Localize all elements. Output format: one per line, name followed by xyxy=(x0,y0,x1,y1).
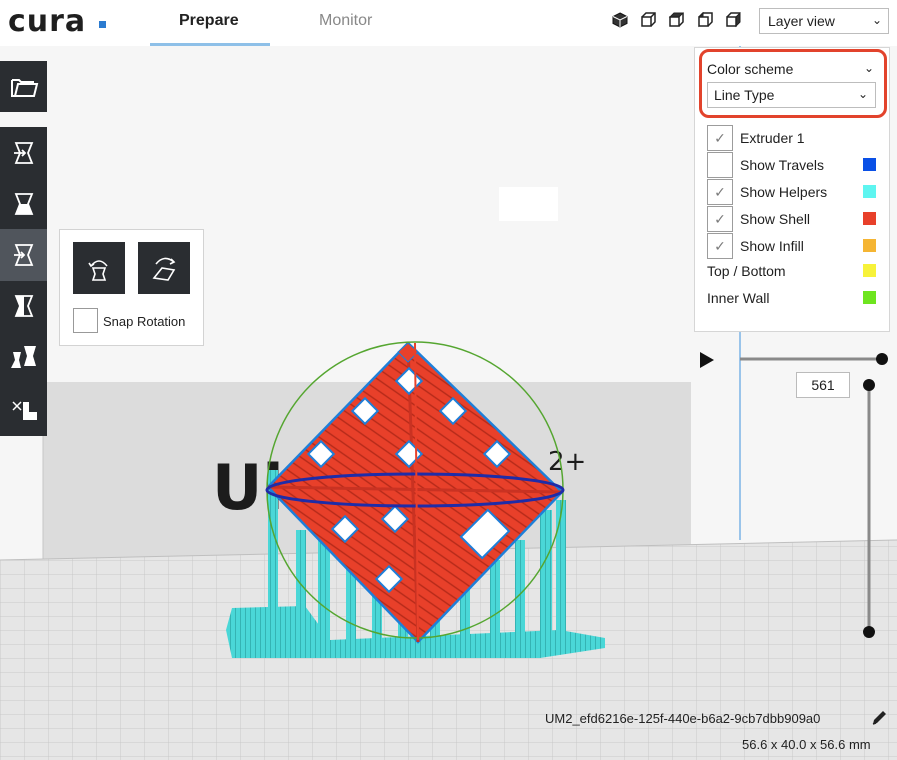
scale-tool-button[interactable] xyxy=(0,179,47,229)
legend-swatch xyxy=(863,291,876,304)
active-tab-indicator xyxy=(150,43,270,46)
mirror-tool-button[interactable] xyxy=(0,281,47,331)
extruder-1-checkbox[interactable]: ✓ xyxy=(707,125,733,151)
legend-label: Show Shell xyxy=(740,211,811,227)
legend-row-top-bottom: Top / Bottom xyxy=(707,258,887,283)
top-view-icon[interactable] xyxy=(668,12,684,28)
show-helpers-checkbox[interactable]: ✓ xyxy=(707,179,733,205)
front-view-icon[interactable] xyxy=(640,12,656,28)
tab-monitor[interactable]: Monitor xyxy=(319,12,372,30)
model-dimensions: 56.6 x 40.0 x 56.6 mm xyxy=(742,737,871,752)
plate-brand-suffix: 2+ xyxy=(548,447,586,477)
view-mode-value: Layer view xyxy=(768,13,835,29)
reset-rotation-icon xyxy=(88,260,108,281)
move-icon xyxy=(13,142,33,164)
support-blocker-icon xyxy=(11,401,37,420)
blank-label xyxy=(499,187,558,221)
legend-swatch xyxy=(863,212,876,225)
3d-view-icon[interactable] xyxy=(612,12,628,28)
folder-icon xyxy=(10,78,38,97)
legend-label: Show Helpers xyxy=(740,184,828,200)
legend-row-show-infill[interactable]: ✓ Show Infill xyxy=(707,233,887,259)
legend-label: Inner Wall xyxy=(707,290,770,306)
logo-dot xyxy=(99,21,106,28)
legend-swatch xyxy=(863,158,876,171)
color-scheme-highlight xyxy=(699,49,887,118)
rotate-tool-button[interactable] xyxy=(0,229,47,281)
support-blocker-button[interactable] xyxy=(0,382,47,436)
legend-label: Show Infill xyxy=(740,238,804,254)
scale-icon xyxy=(14,193,33,215)
per-model-settings-button[interactable] xyxy=(0,331,47,382)
legend-row-extruder-1[interactable]: ✓ Extruder 1 xyxy=(707,125,887,151)
tab-prepare[interactable]: Prepare xyxy=(179,12,239,30)
legend-label: Extruder 1 xyxy=(740,130,805,146)
open-file-button[interactable] xyxy=(0,61,47,112)
rotate-icon xyxy=(13,244,33,266)
rotate-tool-panel: Snap Rotation xyxy=(59,229,204,346)
view-mode-select[interactable]: Layer view ⌄ xyxy=(759,8,889,34)
right-view-icon[interactable] xyxy=(725,12,741,28)
current-layer-input[interactable]: 561 xyxy=(796,372,850,398)
legend-row-show-shell[interactable]: ✓ Show Shell xyxy=(707,206,887,232)
layer-slider-lower-handle[interactable] xyxy=(863,626,875,638)
legend-row-show-helpers[interactable]: ✓ Show Helpers xyxy=(707,179,887,205)
lay-flat-button[interactable] xyxy=(138,242,190,294)
lay-flat-icon xyxy=(152,257,176,281)
top-header: cura Prepare Monitor Layer view ⌄ xyxy=(0,0,897,46)
left-view-icon[interactable] xyxy=(697,12,713,28)
layer-slider-upper-handle[interactable] xyxy=(863,379,875,391)
legend-row-show-travels[interactable]: Show Travels xyxy=(707,152,887,178)
move-tool-button[interactable] xyxy=(0,127,47,179)
pencil-icon[interactable] xyxy=(870,709,888,727)
mirror-icon xyxy=(14,295,33,317)
job-name: UM2_efd6216e-125f-440e-b6a2-9cb7dbb909a0 xyxy=(545,711,821,726)
legend-label: Top / Bottom xyxy=(707,263,786,279)
legend-label: Show Travels xyxy=(740,157,825,173)
show-shell-checkbox[interactable]: ✓ xyxy=(707,206,733,232)
chevron-down-icon: ⌄ xyxy=(871,13,882,27)
snap-rotation-label: Snap Rotation xyxy=(103,314,186,329)
show-infill-checkbox[interactable]: ✓ xyxy=(707,233,733,259)
play-icon[interactable] xyxy=(699,351,715,369)
legend-swatch xyxy=(863,239,876,252)
legend-swatch xyxy=(863,264,876,277)
cura-logo: cura xyxy=(8,4,87,39)
per-model-settings-icon xyxy=(10,345,36,368)
snap-rotation-checkbox[interactable] xyxy=(73,308,98,333)
legend-row-inner-wall: Inner Wall xyxy=(707,285,887,310)
reset-rotation-button[interactable] xyxy=(73,242,125,294)
show-travels-checkbox[interactable] xyxy=(707,152,733,178)
legend-swatch xyxy=(863,185,876,198)
horizontal-slider-handle[interactable] xyxy=(876,353,888,365)
